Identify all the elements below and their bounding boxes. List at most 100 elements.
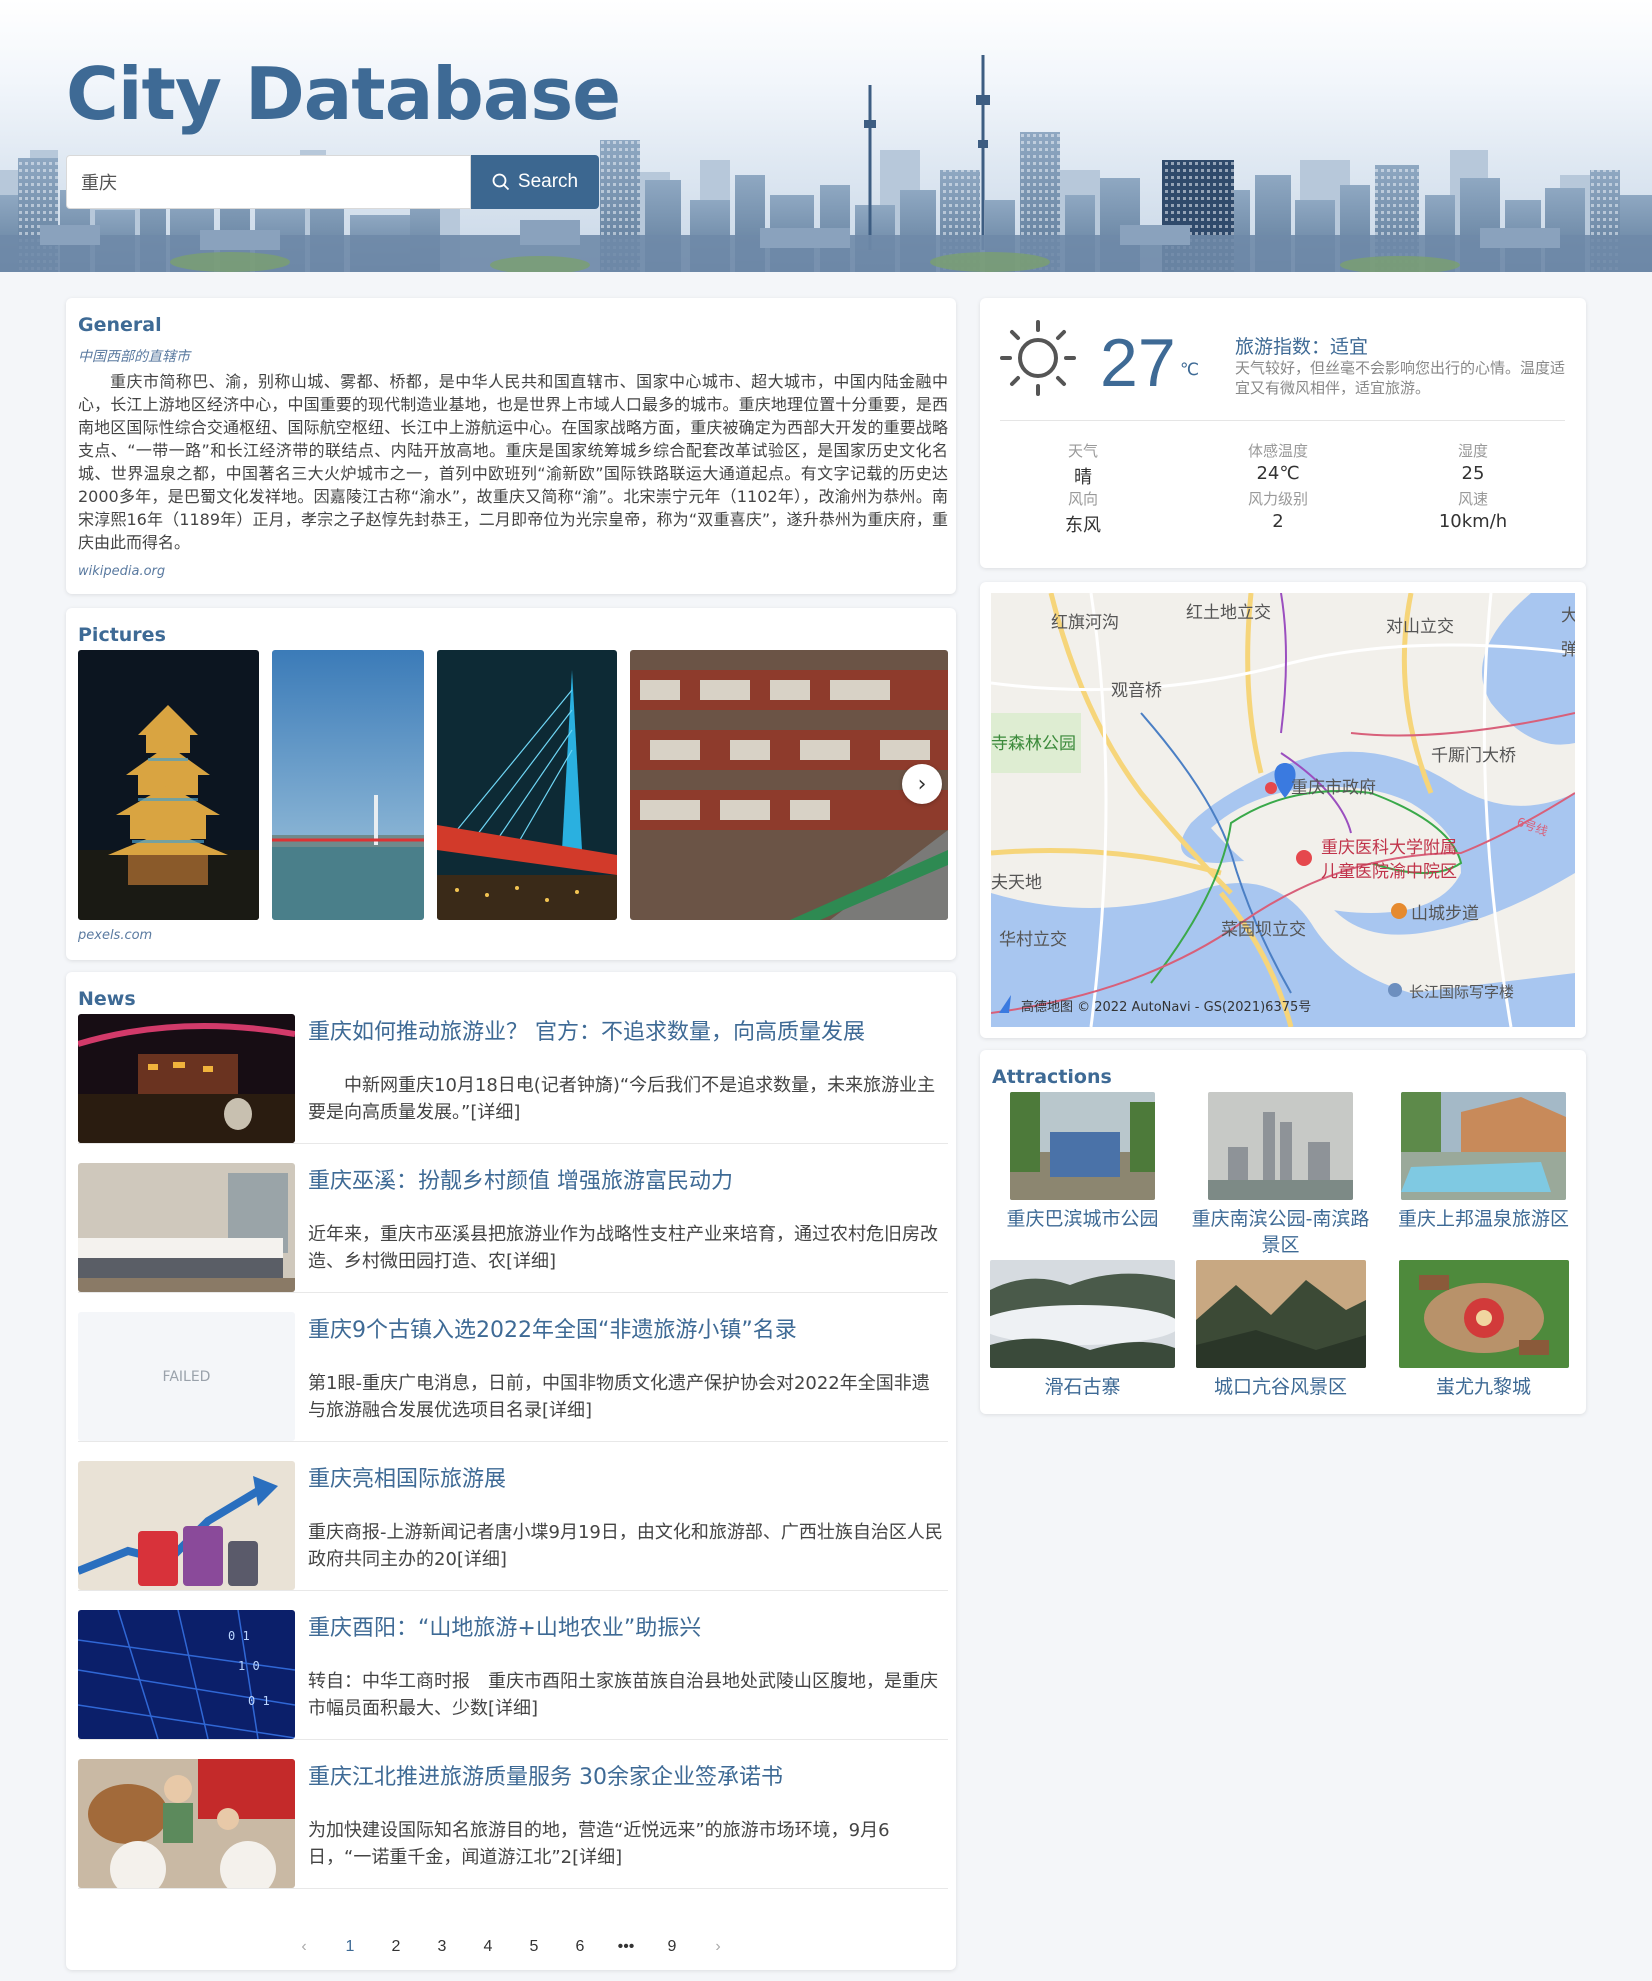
image-failed-placeholder: FAILED [78,1312,295,1441]
map-label: 观音桥 [1111,681,1162,701]
search-button[interactable]: Search [471,155,599,209]
pictures-card: Pictures › pexels.com [66,608,956,960]
travel-index: 旅游指数：适宜 [1235,336,1369,358]
map-label: 山城步道 [1411,904,1479,924]
news-title[interactable]: 重庆9个古镇入选2022年全国“非遗旅游小镇”名录 [308,1312,948,1344]
picture-pagoda[interactable] [78,650,259,920]
news-thumbnail[interactable] [78,1461,295,1590]
search-button-label: Search [517,171,579,192]
attraction-name[interactable]: 城口亢谷风景区 [1188,1374,1373,1400]
attraction-item[interactable]: 重庆上邦温泉旅游区 [1386,1092,1581,1232]
weather-value: 24℃ [1256,463,1300,484]
picture-bridge-night[interactable] [437,650,617,920]
attractions-card: Attractions 重庆巴滨城市公园 重庆南滨公园-南滨路景区 重庆上邦温泉… [980,1050,1586,1414]
attraction-item[interactable]: 重庆巴滨城市公园 [990,1092,1175,1232]
news-item[interactable]: 0 1 1 0 0 1 重庆酉阳：“山地旅游+山地农业”助振兴 转自：中华工商时报 … [78,1610,948,1740]
attraction-item[interactable]: 重庆南滨公园-南滨路景区 [1188,1092,1373,1258]
news-item[interactable]: FAILED 重庆9个古镇入选2022年全国“非遗旅游小镇”名录 第1眼-重庆广… [78,1312,948,1442]
attraction-image[interactable] [1195,1260,1366,1368]
weather-value: 10km/h [1438,511,1508,532]
pagination-next-button[interactable]: › [695,1938,741,1956]
pagination-prev-button[interactable]: ‹ [281,1938,327,1956]
attraction-image[interactable] [1010,1092,1155,1200]
general-heading: General [78,314,162,336]
pagination-page[interactable]: 2 [373,1938,419,1956]
search-input[interactable] [66,155,471,209]
attraction-item[interactable]: 滑石古寨 [990,1260,1175,1400]
pagination-page[interactable]: 5 [511,1938,557,1956]
weather-label: 湿度 [1457,442,1488,460]
news-thumbnail[interactable] [78,1759,295,1888]
news-summary: 转自：中华工商时报 重庆市酉阳土家族苗族自治县地处武陵山区腹地，是重庆市幅员面积… [308,1671,938,1719]
pagination-page[interactable]: 9 [649,1938,695,1956]
news-title[interactable]: 重庆江北推进旅游质量服务 30余家企业签承诺书 [308,1759,948,1791]
pagination-ellipsis[interactable]: ••• [603,1938,649,1956]
weather-value: 25 [1461,463,1485,484]
weather-label: 风速 [1457,490,1488,508]
pagination-page[interactable]: 3 [419,1938,465,1956]
map-label: 弹 [1561,640,1575,660]
map-label: 重庆市政府 [1291,778,1376,798]
map-label: 寺森林公园 [991,734,1076,754]
svg-text:1 0: 1 0 [238,1659,260,1673]
map-attribution: 高德地图 © 2022 AutoNavi - GS(2021)6375号 [1021,999,1311,1015]
news-thumbnail[interactable]: FAILED [78,1312,295,1441]
attraction-image[interactable] [990,1260,1175,1368]
news-title[interactable]: 重庆巫溪：扮靓乡村颜值 增强旅游富民动力 [308,1163,948,1195]
map-label: 重庆医科大学附属 [1321,838,1457,858]
attraction-image[interactable] [1401,1092,1566,1200]
header-banner: City Database Search [0,0,1652,272]
news-thumbnail[interactable]: 0 1 1 0 0 1 [78,1610,295,1739]
news-card: News 重庆如何推动旅游业？ 官方：不追求数量，向高质量发展 中新网重庆10月… [66,972,956,1970]
carousel-next-button[interactable]: › [902,764,942,804]
pagination-page[interactable]: 4 [465,1938,511,1956]
news-title[interactable]: 重庆如何推动旅游业？ 官方：不追求数量，向高质量发展 [308,1014,948,1046]
general-card: General 中国西部的直辖市 重庆市简称巴、渝，别称山城、雾都、桥都，是中华… [66,298,956,594]
news-title[interactable]: 重庆亮相国际旅游展 [308,1461,948,1493]
news-item[interactable]: 重庆如何推动旅游业？ 官方：不追求数量，向高质量发展 中新网重庆10月18日电(… [78,1014,948,1144]
feels-like: 体感温度 24℃ [1183,440,1373,484]
attraction-image[interactable] [1398,1260,1569,1368]
general-source-link[interactable]: wikipedia.org [78,564,165,579]
weather-label: 体感温度 [1247,442,1308,460]
pagination-page[interactable]: 6 [557,1938,603,1956]
attraction-item[interactable]: 城口亢谷风景区 [1188,1260,1373,1400]
attraction-item[interactable]: 蚩尤九黎城 [1386,1260,1581,1400]
weather-label: 风力级别 [1247,490,1308,508]
map-card: 红旗河沟 红土地立交 对山立交 观音桥 寺森林公园 千厮门大桥 重庆市政府 重庆… [980,582,1586,1038]
news-summary: 重庆商报-上游新闻记者唐小堞9月19日，由文化和旅游部、广西壮族自治区人民政府共… [308,1522,943,1570]
temperature-unit: ℃ [1180,360,1200,380]
pictures-source-link[interactable]: pexels.com [78,928,152,943]
news-title[interactable]: 重庆酉阳：“山地旅游+山地农业”助振兴 [308,1610,948,1642]
pagination-page[interactable]: 1 [327,1938,373,1956]
news-item[interactable]: 重庆巫溪：扮靓乡村颜值 增强旅游富民动力 近年来，重庆市巫溪县把旅游业作为战略性… [78,1163,948,1293]
weather-label: 风向 [1067,490,1098,508]
attraction-name[interactable]: 蚩尤九黎城 [1386,1374,1581,1400]
svg-text:0 1: 0 1 [228,1629,250,1643]
attraction-name[interactable]: 重庆巴滨城市公园 [990,1206,1175,1232]
picture-bridge-day[interactable] [272,650,424,920]
pictures-carousel[interactable]: › [78,650,948,920]
news-item[interactable]: 重庆江北推进旅游质量服务 30余家企业签承诺书 为加快建设国际知名旅游目的地，营… [78,1759,948,1889]
news-summary: 为加快建设国际知名旅游目的地，营造“近悦远来”的旅游市场环境，9月6日，“一诺重… [308,1820,890,1868]
picture-hongyadong[interactable] [630,650,948,920]
news-item[interactable]: 重庆亮相国际旅游展 重庆商报-上游新闻记者唐小堞9月19日，由文化和旅游部、广西… [78,1461,948,1591]
attraction-name[interactable]: 重庆南滨公园-南滨路景区 [1188,1206,1373,1258]
wind-direction: 风向 东风 [988,488,1178,537]
attraction-image[interactable] [1208,1092,1353,1200]
weather-condition: 天气 晴 [988,440,1178,489]
news-thumbnail[interactable] [78,1014,295,1143]
city-map[interactable]: 红旗河沟 红土地立交 对山立交 观音桥 寺森林公园 千厮门大桥 重庆市政府 重庆… [991,593,1575,1027]
map-label: 夫天地 [991,873,1042,893]
attraction-name[interactable]: 滑石古寨 [990,1374,1175,1400]
map-label: 对山立交 [1386,617,1454,637]
weather-divider [1000,420,1565,421]
news-thumbnail[interactable] [78,1163,295,1292]
map-label: 长江国际写字楼 [1409,983,1514,1001]
weather-value: 2 [1272,511,1284,532]
map-label: 红土地立交 [1186,603,1271,623]
weather-label: 天气 [1067,442,1098,460]
news-summary: 第1眼-重庆广电消息，日前，中国非物质文化遗产保护协会对2022年全国非遗与旅游… [308,1373,930,1421]
map-label: 华村立交 [999,930,1067,950]
attraction-name[interactable]: 重庆上邦温泉旅游区 [1386,1206,1581,1232]
